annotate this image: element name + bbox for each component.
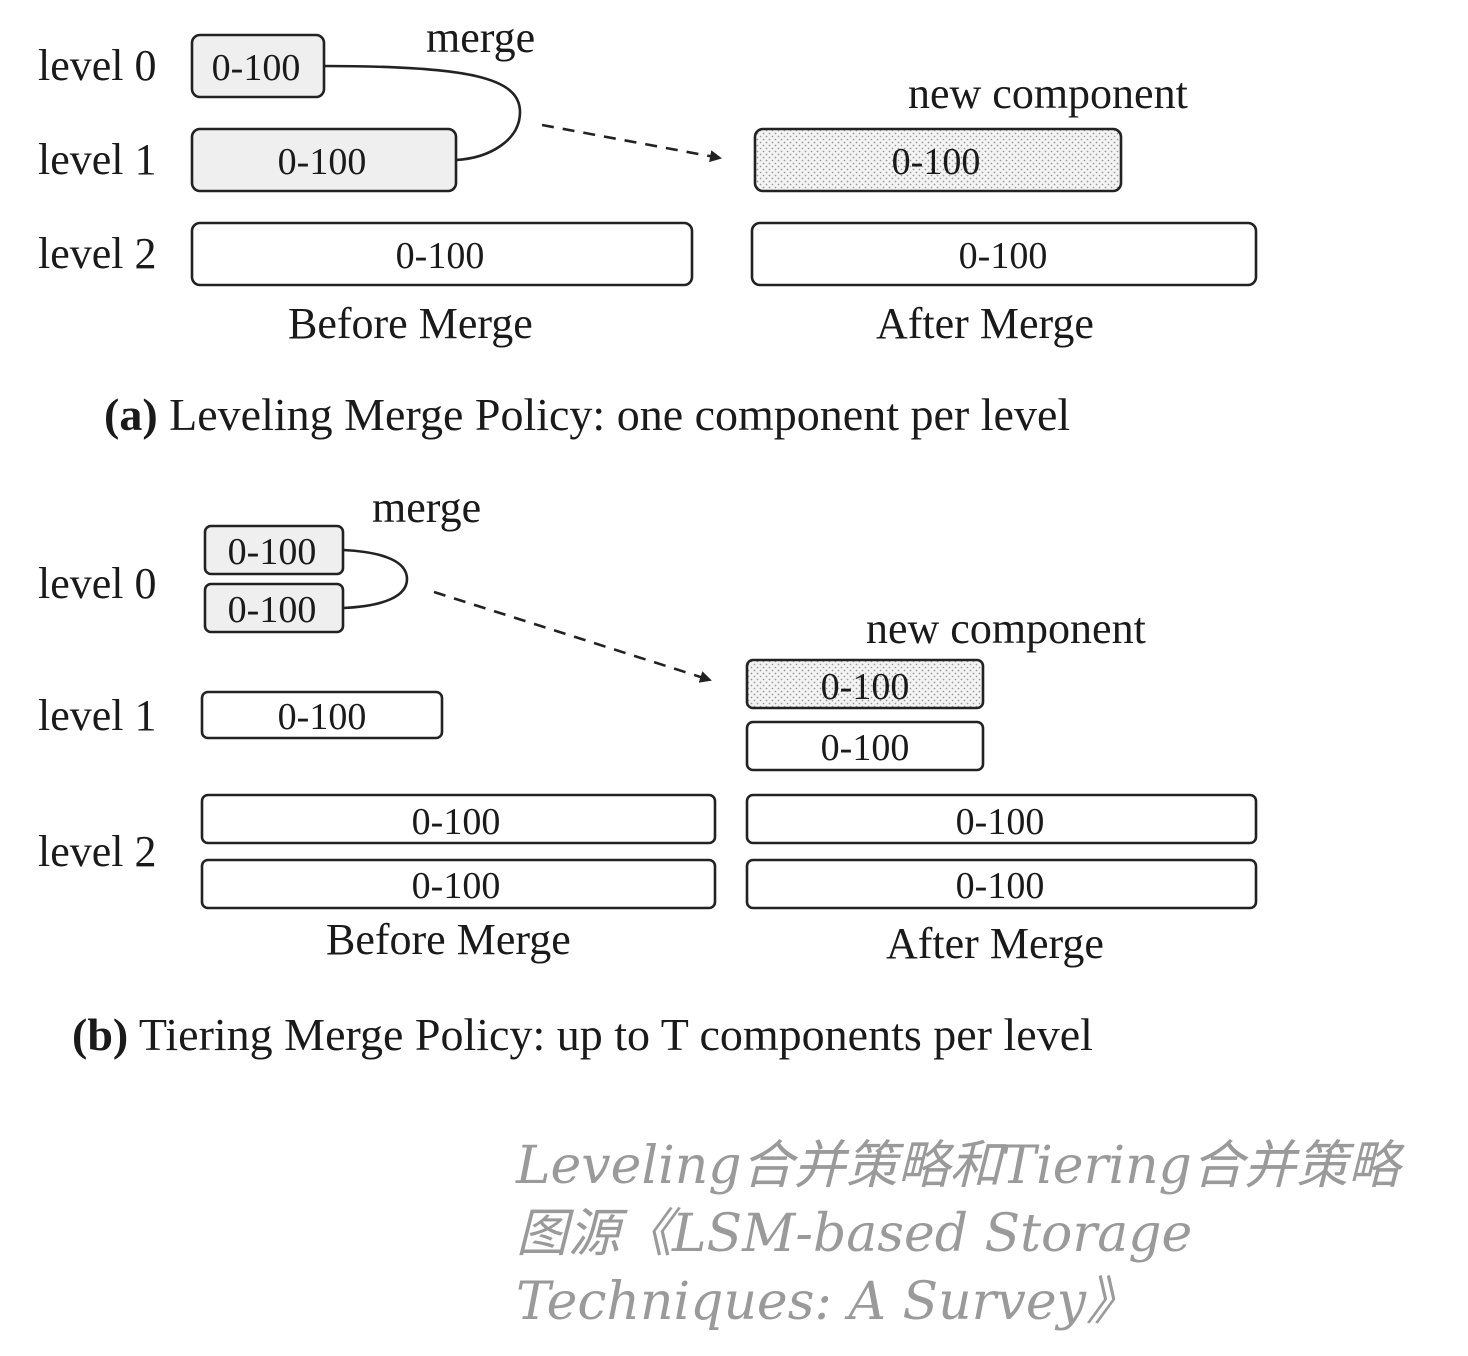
note-line-3: Techniques: A Survey》 bbox=[516, 1272, 1139, 1332]
panel-a-after-level2-component: 0-100 bbox=[750, 221, 1258, 287]
panel-b-merge-curve bbox=[342, 548, 409, 610]
component-range-label: 0-100 bbox=[412, 801, 501, 843]
panel-b-level-1-label: level 1 bbox=[38, 691, 157, 740]
panel-a-merge-arrow bbox=[541, 123, 722, 163]
component-range-label: 0-100 bbox=[892, 141, 981, 183]
component-range-label: 0-100 bbox=[212, 47, 301, 89]
panel-a-caption: (a) Leveling Merge Policy: one component… bbox=[104, 389, 1070, 440]
component-range-label: 0-100 bbox=[821, 666, 910, 708]
component-range-label: 0-100 bbox=[228, 589, 317, 631]
component-range-label: 0-100 bbox=[228, 531, 317, 573]
panel-a-leveling: level 0 level 1 level 2 0-100 0-100 0-10… bbox=[38, 13, 1258, 440]
panel-a-new-component-label: new component bbox=[908, 69, 1188, 118]
panel-b-after-level2-component-1: 0-100 bbox=[745, 793, 1258, 845]
note-line-1: Leveling合并策略和Tiering合并策略 bbox=[516, 1136, 1400, 1196]
component-range-label: 0-100 bbox=[956, 865, 1045, 907]
component-range-label: 0-100 bbox=[396, 235, 485, 277]
panel-b-after-merge-label: After Merge bbox=[886, 919, 1104, 968]
panel-b-before-level0-component-1: 0-100 bbox=[203, 524, 345, 576]
component-range-label: 0-100 bbox=[959, 235, 1048, 277]
note-line-2: 图源《LSM-based Storage bbox=[516, 1204, 1193, 1264]
panel-b-caption-text: Tiering Merge Policy: up to T components… bbox=[128, 1009, 1093, 1060]
component-range-label: 0-100 bbox=[956, 801, 1045, 843]
panel-b-before-level0-component-2: 0-100 bbox=[203, 582, 345, 634]
component-range-label: 0-100 bbox=[412, 865, 501, 907]
panel-a-after-new-component: 0-100 bbox=[753, 127, 1123, 193]
panel-b-new-component-label: new component bbox=[866, 604, 1146, 653]
panel-b-before-level2-component-1: 0-100 bbox=[200, 793, 717, 845]
panel-a-after-merge-label: After Merge bbox=[876, 299, 1094, 348]
panel-a-caption-text: Leveling Merge Policy: one component per… bbox=[158, 389, 1071, 440]
component-range-label: 0-100 bbox=[821, 727, 910, 769]
component-range-label: 0-100 bbox=[278, 696, 367, 738]
panel-b-level-0-label: level 0 bbox=[38, 559, 157, 608]
panel-a-level-2-label: level 2 bbox=[38, 229, 157, 278]
panel-b-after-new-component: 0-100 bbox=[745, 658, 985, 710]
panel-a-merge-label: merge bbox=[426, 13, 535, 62]
panel-b-before-level1-component: 0-100 bbox=[200, 690, 444, 740]
panel-a-caption-prefix: (a) bbox=[104, 389, 158, 440]
panel-b-merge-arrow bbox=[433, 590, 712, 683]
panel-b-tiering: level 0 level 1 level 2 0-100 0-100 merg… bbox=[38, 483, 1258, 1060]
panel-b-level-2-label: level 2 bbox=[38, 827, 157, 876]
panel-a-level-1-label: level 1 bbox=[38, 135, 157, 184]
panel-b-merge-label: merge bbox=[372, 483, 481, 532]
panel-b-caption: (b) Tiering Merge Policy: up to T compon… bbox=[72, 1009, 1093, 1060]
panel-a-before-level0-component: 0-100 bbox=[190, 33, 326, 99]
figure-source-note: Leveling合并策略和Tiering合并策略 图源《LSM-based St… bbox=[516, 1132, 1456, 1336]
panel-b-before-merge-label: Before Merge bbox=[326, 915, 571, 964]
panel-b-caption-prefix: (b) bbox=[72, 1009, 128, 1060]
panel-a-before-level1-component: 0-100 bbox=[190, 127, 458, 193]
panel-a-before-merge-label: Before Merge bbox=[288, 299, 533, 348]
panel-b-after-level2-component-2: 0-100 bbox=[745, 858, 1258, 910]
panel-b-after-level1-component: 0-100 bbox=[745, 720, 985, 772]
panel-a-level-0-label: level 0 bbox=[38, 41, 157, 90]
component-range-label: 0-100 bbox=[278, 141, 367, 183]
panel-b-before-level2-component-2: 0-100 bbox=[200, 858, 717, 910]
panel-a-before-level2-component: 0-100 bbox=[190, 221, 694, 287]
